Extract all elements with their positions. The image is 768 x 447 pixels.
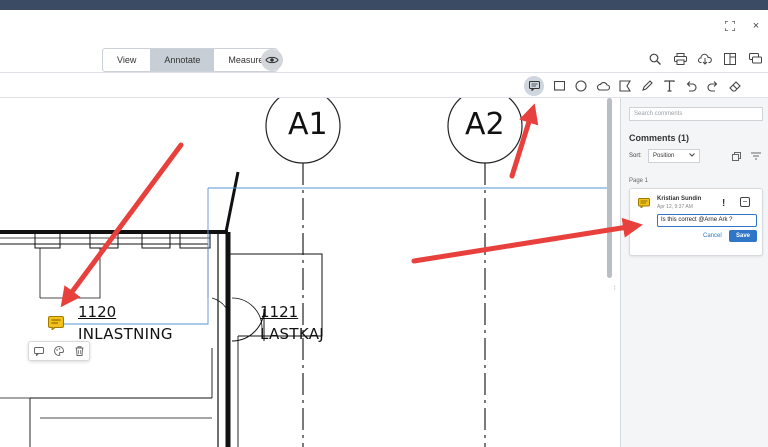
- header-divider: [0, 72, 768, 73]
- panel-actions: [731, 151, 761, 161]
- pen-icon[interactable]: [640, 79, 654, 93]
- search-comments-input[interactable]: Search comments: [629, 107, 763, 121]
- collapse-icon[interactable]: −: [740, 197, 750, 207]
- save-button[interactable]: Save: [729, 230, 757, 242]
- comment-note-icon[interactable]: [524, 76, 544, 96]
- grid-label-a1: A1: [288, 107, 328, 142]
- comment-date: Apr 12, 9:37 AM: [657, 204, 693, 210]
- rectangle-icon[interactable]: [552, 79, 566, 93]
- note-icon: [638, 198, 650, 210]
- delete-icon[interactable]: [73, 345, 85, 357]
- panel-toggle-icon[interactable]: [723, 52, 737, 66]
- download-icon[interactable]: [698, 52, 712, 66]
- text-icon[interactable]: [662, 79, 676, 93]
- window-controls: ×: [724, 20, 762, 32]
- copy-icon[interactable]: [731, 151, 741, 161]
- chevron-down-icon: [689, 150, 695, 162]
- grid-line-a2: [447, 98, 523, 447]
- polygon-icon[interactable]: [618, 79, 632, 93]
- sort-label: Sort:: [629, 153, 642, 159]
- grid-line-a1: [265, 98, 341, 447]
- tab-view[interactable]: View: [103, 49, 150, 71]
- close-button[interactable]: ×: [750, 20, 762, 32]
- annotation-context-toolbar: [28, 341, 90, 361]
- expand-icon[interactable]: [724, 20, 736, 32]
- comment-marker-icon[interactable]: [48, 316, 64, 332]
- comments-title: Comments (1): [629, 133, 690, 143]
- window-top-bar: [0, 0, 768, 10]
- room-number-1120: 1120: [78, 303, 117, 321]
- ellipse-icon[interactable]: [574, 79, 588, 93]
- floor-plan-drawing: [0, 98, 612, 447]
- mode-switcher: View Annotate Measure: [102, 48, 279, 72]
- filter-icon[interactable]: [751, 151, 761, 161]
- room-name-1120: INLASTNING: [78, 325, 173, 343]
- panel-resize-handle[interactable]: ⁞: [614, 286, 616, 292]
- eraser-icon[interactable]: [728, 79, 742, 93]
- color-palette-icon[interactable]: [53, 345, 65, 357]
- priority-icon[interactable]: !: [722, 198, 725, 209]
- reply-icon[interactable]: [33, 345, 45, 357]
- visibility-toggle-button[interactable]: [261, 49, 283, 71]
- sort-select[interactable]: Position: [648, 149, 700, 163]
- cloud-icon[interactable]: [596, 79, 610, 93]
- room-number-1121: 1121: [260, 303, 299, 321]
- cancel-button[interactable]: Cancel: [703, 233, 722, 239]
- comment-author: Kristian Sundin: [657, 196, 702, 202]
- comments-panel: Search comments Comments (1) Sort: Posit…: [620, 98, 768, 447]
- drawing-canvas[interactable]: A1 A2 1120 INLASTNING 1121 LASTKAJ: [0, 98, 620, 447]
- header-toolbar: [648, 52, 762, 66]
- print-icon[interactable]: [673, 52, 687, 66]
- redo-icon[interactable]: [706, 79, 720, 93]
- annotation-toolbar: [524, 76, 742, 96]
- grid-label-a2: A2: [465, 107, 505, 142]
- room-name-1121: LASTKAJ: [260, 325, 325, 343]
- comments-toggle-icon[interactable]: [748, 52, 762, 66]
- eye-icon: [265, 56, 279, 64]
- undo-icon[interactable]: [684, 79, 698, 93]
- page-group-label: Page 1: [629, 178, 649, 184]
- search-icon[interactable]: [648, 52, 662, 66]
- tab-annotate[interactable]: Annotate: [150, 49, 215, 71]
- comment-card[interactable]: Kristian Sundin Apr 12, 9:37 AM ! − Is t…: [629, 188, 763, 256]
- sort-value: Position: [653, 153, 675, 159]
- canvas-scrollbar[interactable]: [607, 98, 612, 278]
- selection-outline: [62, 187, 612, 325]
- reply-input[interactable]: Is this correct @Arne Ark ?: [657, 214, 757, 227]
